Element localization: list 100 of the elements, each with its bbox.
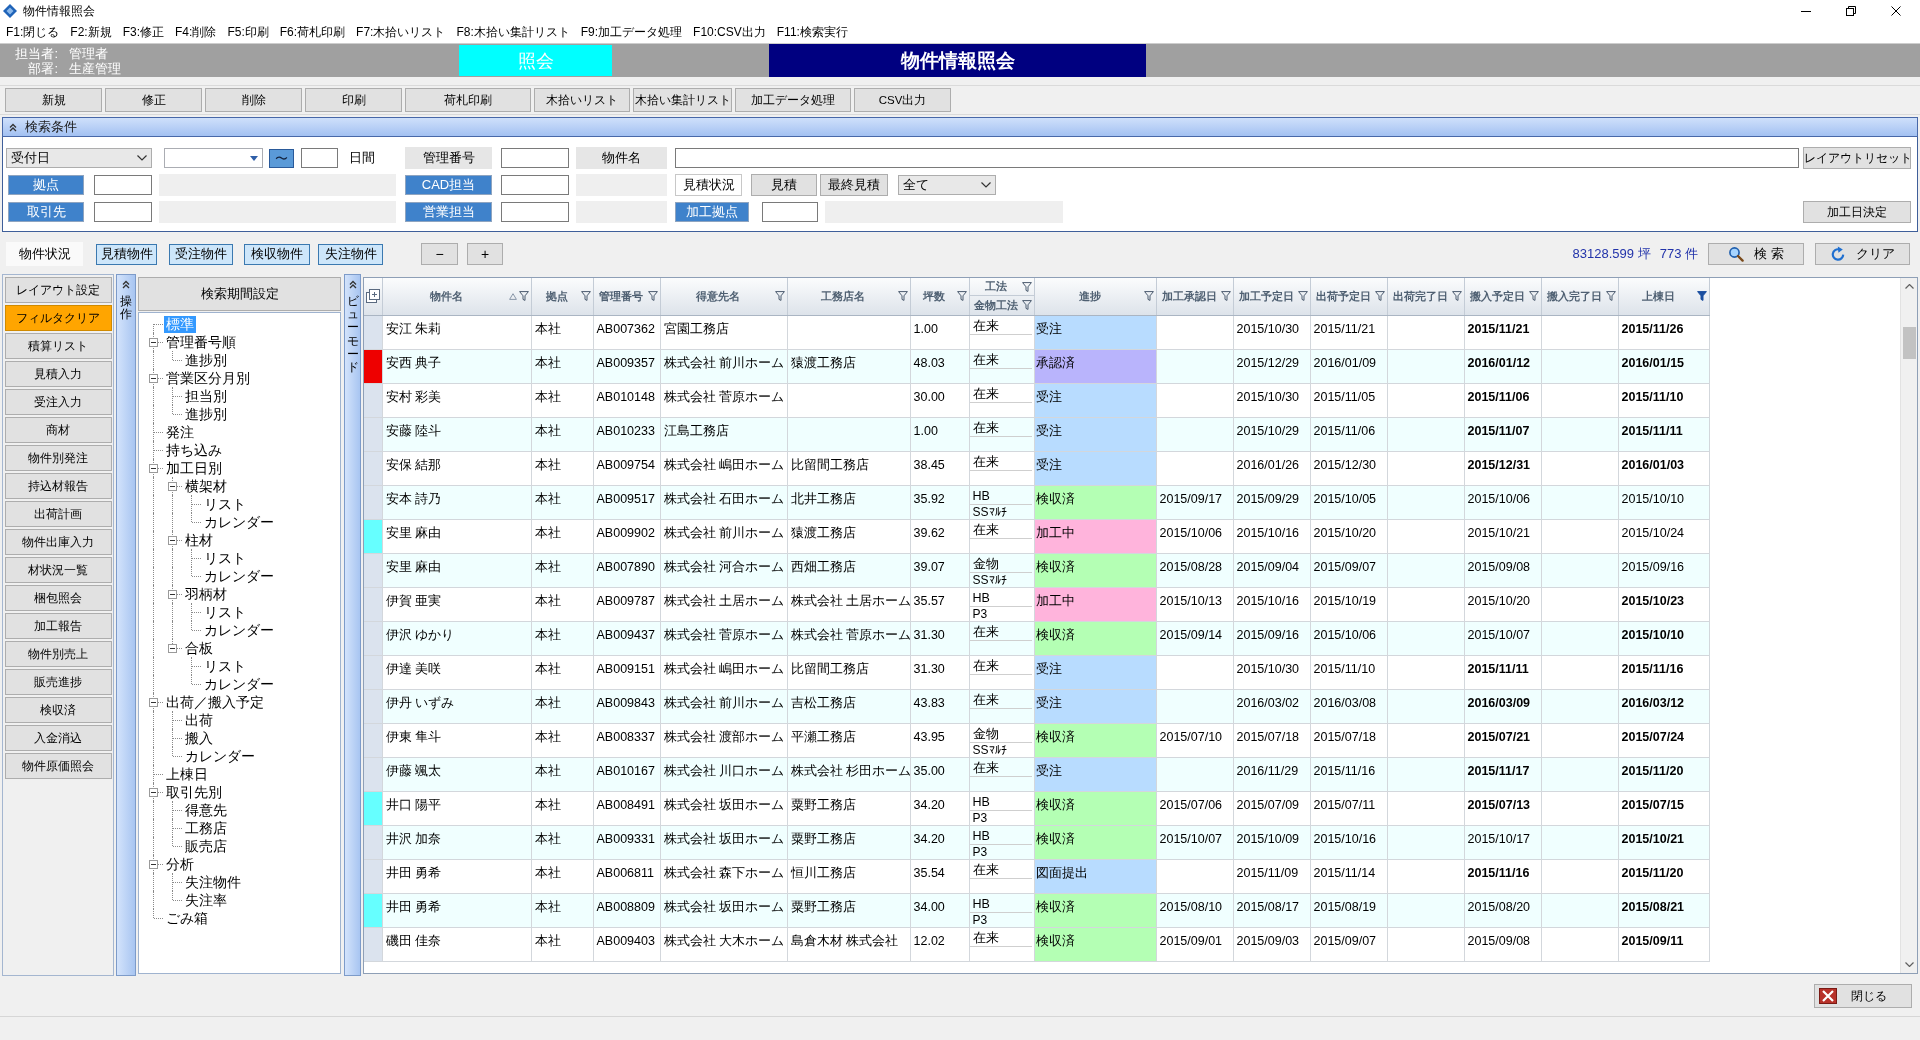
- column-chooser-icon[interactable]: [365, 289, 380, 304]
- estimate-button[interactable]: 最終見積: [820, 174, 888, 196]
- filter-icon[interactable]: [518, 291, 529, 302]
- days-field[interactable]: [301, 148, 338, 168]
- toolbar-button[interactable]: 加工データ処理: [735, 88, 851, 112]
- lookup-button[interactable]: 営業担当: [405, 202, 492, 222]
- tree-item[interactable]: 横架材: [183, 477, 229, 495]
- input-field[interactable]: [762, 202, 818, 222]
- sidebar-button[interactable]: 商材: [4, 417, 112, 443]
- tree-item[interactable]: 担当別: [183, 387, 229, 405]
- tree-toggle-icon[interactable]: [149, 374, 158, 383]
- tree-item[interactable]: 持ち込み: [164, 441, 224, 459]
- filter-icon[interactable]: [1021, 281, 1032, 292]
- column-header[interactable]: 出荷完了日: [1387, 278, 1464, 315]
- filter-icon[interactable]: [897, 291, 908, 302]
- tree-toggle-icon[interactable]: [149, 338, 158, 347]
- sidebar-button[interactable]: フィルタクリア: [4, 305, 112, 331]
- column-header[interactable]: 坪数: [910, 278, 969, 315]
- table-row[interactable]: 伊丹 いずみ 本社 AB009843 株式会社 前川ホーム 吉松工務店 43.83 在来 受注 2016/03/02 2016/03/08 2016/03/09 2016/03/12: [364, 689, 1709, 723]
- filter-icon[interactable]: [1374, 291, 1385, 302]
- sidebar-button[interactable]: 入金消込: [4, 725, 112, 751]
- table-row[interactable]: 井口 陽平 本社 AB008491 株式会社 坂田ホーム 粟野工務店 34.20 HB P3 検収済 2015/07/06 2015/07/09 2015/07/11 2015/07/13 2015/07/15: [364, 791, 1709, 825]
- column-header[interactable]: 工法: [969, 278, 1034, 297]
- scroll-down-icon[interactable]: [1904, 962, 1914, 967]
- search-button[interactable]: 検 索: [1708, 243, 1804, 265]
- toolbar-button[interactable]: 木拾いリスト: [534, 88, 630, 112]
- column-header[interactable]: 工務店名: [787, 278, 910, 315]
- table-row[interactable]: 井田 勇希 本社 AB006811 株式会社 森下ホーム 恒川工務店 35.54 在来 図面提出 2015/11/09 2015/11/14 2015/11/16 2015/11/20: [364, 859, 1709, 893]
- tree-item[interactable]: 柱材: [183, 531, 215, 549]
- tree-item[interactable]: ごみ箱: [164, 909, 210, 927]
- tree-item[interactable]: リスト: [202, 603, 248, 621]
- tree-item[interactable]: 羽柄材: [183, 585, 229, 603]
- input-field[interactable]: [501, 175, 569, 195]
- tree-toggle-icon[interactable]: [149, 860, 158, 869]
- table-row[interactable]: 伊沢 ゆかり 本社 AB009437 株式会社 菅原ホーム 株式会社 菅原ホーム 31.30 在来 検収済 2015/09/14 2015/09/16 2015/10/06 2015/10/07 2015/10/10: [364, 621, 1709, 655]
- tree-toggle-icon[interactable]: [168, 644, 177, 653]
- input-field[interactable]: [94, 202, 152, 222]
- table-row[interactable]: 安保 結那 本社 AB009754 株式会社 嶋田ホーム 比留間工務店 38.45 在来 受注 2016/01/26 2015/12/30 2015/12/31 2016/01/03: [364, 451, 1709, 485]
- tree-item[interactable]: リスト: [202, 495, 248, 513]
- column-header[interactable]: 管理番号: [593, 278, 660, 315]
- filter-icon[interactable]: [1696, 291, 1707, 302]
- tree-item[interactable]: 出荷: [183, 711, 215, 729]
- property-name-field[interactable]: [675, 148, 1799, 168]
- tree-item[interactable]: リスト: [202, 549, 248, 567]
- status-filter-button[interactable]: 検収物件: [244, 243, 310, 265]
- sidebar-button[interactable]: 物件出庫入力: [4, 529, 112, 555]
- toolbar-button[interactable]: 印刷: [305, 88, 402, 112]
- toolbar-button[interactable]: 新規: [5, 88, 102, 112]
- sidebar-button[interactable]: 見積入力: [4, 361, 112, 387]
- estimate-filter-select[interactable]: 全て: [898, 175, 996, 195]
- sidebar-button[interactable]: 物件原価照会: [4, 753, 112, 779]
- tree-item[interactable]: 進捗別: [183, 351, 229, 369]
- table-row[interactable]: 安江 朱莉 本社 AB007362 宮園工務店 1.00 在来 受注 2015/10/30 2015/11/21 2015/11/21 2015/11/26: [364, 315, 1709, 349]
- lookup-button[interactable]: 拠点: [8, 175, 84, 195]
- tree-item[interactable]: 失注率: [183, 891, 229, 909]
- menu-item[interactable]: F7:木拾いリスト: [356, 24, 446, 41]
- tree-toggle-icon[interactable]: [149, 698, 158, 707]
- scrollbar-thumb[interactable]: [1902, 327, 1916, 359]
- tree-item[interactable]: カレンダー: [202, 567, 276, 585]
- filter-icon[interactable]: [647, 291, 658, 302]
- toolbar-button[interactable]: 木拾い集計リスト: [633, 88, 732, 112]
- toolbar-button[interactable]: 削除: [205, 88, 302, 112]
- sidebar-button[interactable]: 加工報告: [4, 613, 112, 639]
- tree-item[interactable]: 搬入: [183, 729, 215, 747]
- tree-item[interactable]: 営業区分月別: [164, 369, 252, 387]
- toolbar-button[interactable]: 修正: [105, 88, 202, 112]
- tree-toggle-icon[interactable]: [168, 536, 177, 545]
- collapse-strip[interactable]: 操作: [116, 274, 136, 976]
- filter-icon[interactable]: [1528, 291, 1539, 302]
- filter-icon[interactable]: [1451, 291, 1462, 302]
- filter-icon[interactable]: [1143, 291, 1154, 302]
- close-button[interactable]: 閉じる: [1814, 984, 1912, 1008]
- sidebar-button[interactable]: 検収済: [4, 697, 112, 723]
- table-row[interactable]: 磯田 佳奈 本社 AB009403 株式会社 大木ホーム 島倉木材 株式会社 12.02 在来 検収済 2015/09/01 2015/09/03 2015/09/07 2015/09/08 2015/09/11: [364, 927, 1709, 961]
- tree-item[interactable]: 得意先: [183, 801, 229, 819]
- filter-icon[interactable]: [1220, 291, 1231, 302]
- tree-item[interactable]: 販売店: [183, 837, 229, 855]
- tree-toggle-icon[interactable]: [149, 464, 158, 473]
- menu-item[interactable]: F4:削除: [175, 24, 217, 41]
- menu-item[interactable]: F1:閉じる: [6, 24, 60, 41]
- tree-item[interactable]: 上棟日: [164, 765, 210, 783]
- sidebar-button[interactable]: 材状況一覧: [4, 557, 112, 583]
- column-header[interactable]: 搬入予定日: [1464, 278, 1541, 315]
- status-filter-button[interactable]: 受注物件: [169, 243, 233, 265]
- table-row[interactable]: 伊達 美咲 本社 AB009151 株式会社 嶋田ホーム 比留間工務店 31.30 在来 受注 2015/10/30 2015/11/10 2015/11/11 2015/11/16: [364, 655, 1709, 689]
- tree-item[interactable]: 管理番号順: [164, 333, 238, 351]
- column-header[interactable]: 金物工法: [969, 296, 1034, 315]
- column-header[interactable]: 加工予定日: [1233, 278, 1310, 315]
- table-row[interactable]: 伊東 隼斗 本社 AB008337 株式会社 渡部ホーム 平瀬工務店 43.95 金物 SSﾏﾙﾁ 検収済 2015/07/10 2015/07/18 2015/07/18 2015/07/21 2015/07/24: [364, 723, 1709, 757]
- input-field[interactable]: [94, 175, 152, 195]
- range-button[interactable]: 〜: [269, 148, 294, 168]
- date-field[interactable]: [164, 148, 263, 168]
- lookup-button[interactable]: CAD担当: [405, 175, 492, 195]
- column-header[interactable]: 得意先名: [660, 278, 787, 315]
- tree-item[interactable]: 工務店: [183, 819, 229, 837]
- menu-item[interactable]: F2:新規: [70, 24, 112, 41]
- tree-item[interactable]: カレンダー: [202, 675, 276, 693]
- tree-item[interactable]: リスト: [202, 657, 248, 675]
- table-row[interactable]: 安本 詩乃 本社 AB009517 株式会社 石田ホーム 北井工務店 35.92 HB SSﾏﾙﾁ 検収済 2015/09/17 2015/09/29 2015/10/05 2015/10/06 2015/10/10: [364, 485, 1709, 519]
- input-field[interactable]: [501, 202, 569, 222]
